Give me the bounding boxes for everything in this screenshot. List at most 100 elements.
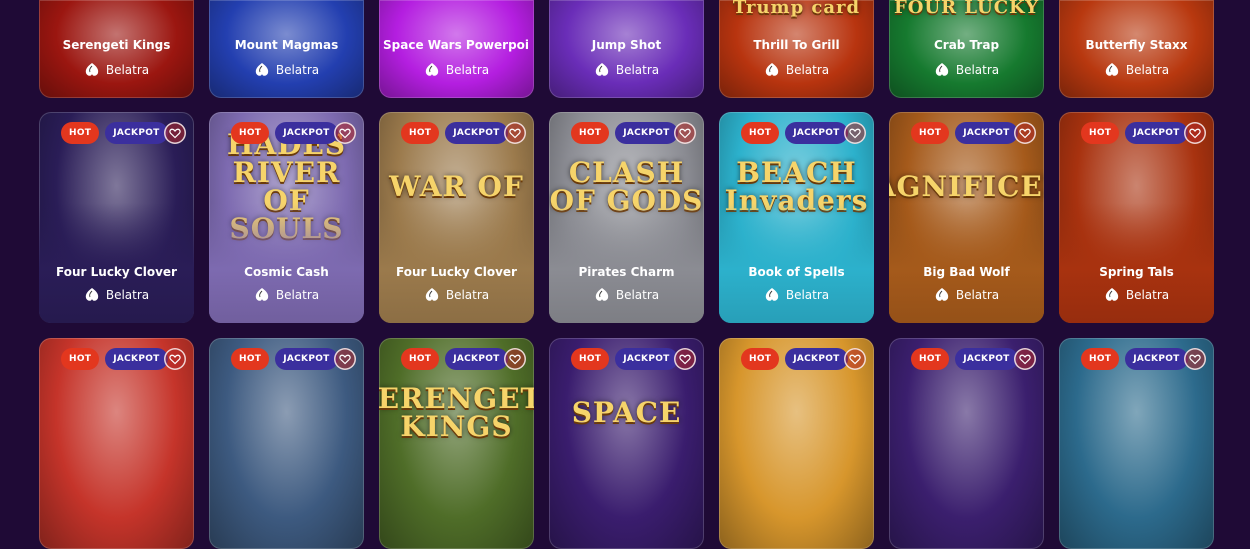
belatra-logo-icon (934, 62, 950, 78)
provider-row: Belatra (719, 287, 874, 303)
game-card[interactable]: HOT JACKPOT Four Lucky Clover Belatra (39, 112, 194, 323)
hot-badge: HOT (571, 122, 610, 144)
game-card[interactable]: MAGNIFICENT HOTJACKPOT Big Bad Wolf Belatra (889, 112, 1044, 323)
hot-badge: HOT (231, 348, 270, 370)
provider-name: Belatra (615, 288, 660, 302)
favorite-heart-icon[interactable] (1014, 122, 1036, 144)
game-title: Space Wars Powerpoints (383, 38, 530, 52)
game-artwork-title: MAGNIFICENT (889, 170, 1044, 203)
favorite-heart-icon[interactable] (504, 122, 526, 144)
game-title: Mount Magmas (234, 38, 339, 52)
badge-group: HOT JACKPOT (401, 348, 508, 370)
belatra-logo-icon (254, 287, 270, 303)
game-card[interactable]: CLASH OF GODS HOT JACKPOT Pirates Charm Bela… (549, 112, 704, 323)
game-card[interactable]: Serengeti Kings Belatra (39, 0, 194, 98)
game-title: Serengeti Kings (62, 38, 171, 52)
provider-name: Belatra (445, 63, 490, 77)
game-artwork (549, 0, 704, 30)
jackpot-badge: JACKPOT (105, 348, 168, 370)
game-artwork (209, 378, 364, 448)
card-footer-gradient (719, 203, 874, 323)
badge-group: HOT JACKPOT (741, 122, 848, 144)
game-artwork (889, 378, 1044, 448)
game-artwork: FOUR LUCKY (889, 0, 1044, 30)
game-card[interactable]: HOT JACKPOT (889, 338, 1044, 549)
game-title: Big Bad Wolf (923, 265, 1010, 279)
jackpot-badge: JACKPOT (1125, 122, 1188, 144)
badge-group: HOT JACKPOT (911, 348, 1018, 370)
game-card[interactable]: Butterfly Staxx Belatra (1059, 0, 1214, 98)
game-card[interactable]: Jump Shot Belatra (549, 0, 704, 98)
jackpot-badge: JACKPOT (445, 348, 508, 370)
game-artwork (39, 378, 194, 448)
badge-group: HOT JACKPOT (1081, 122, 1188, 144)
hot-badge: HOT (911, 348, 950, 370)
favorite-heart-icon[interactable] (164, 348, 186, 370)
game-artwork-title: SERENGETI KINGS (379, 382, 534, 443)
game-title: Spring Tals (1099, 265, 1174, 279)
game-card[interactable]: Space Wars Powerpoints Belatra (379, 0, 534, 98)
provider-name: Belatra (445, 288, 490, 302)
badge-group: HOT JACKPOT (1081, 348, 1188, 370)
game-card[interactable]: HOT JACKPOT (209, 338, 364, 549)
game-artwork: Trump card (719, 0, 874, 30)
game-title: Four Lucky Clover (396, 265, 517, 279)
jackpot-badge: JACKPOT (785, 348, 848, 370)
favorite-heart-icon[interactable] (334, 348, 356, 370)
provider-name: Belatra (275, 288, 320, 302)
game-card[interactable]: WAR OF HOT JACKPOT Four Lucky Clover Belatra (379, 112, 534, 323)
jackpot-badge: JACKPOT (275, 348, 338, 370)
provider-row: Belatra (379, 62, 534, 78)
game-card[interactable]: SPACE HOT JACKPOT (549, 338, 704, 549)
provider-row: Belatra (39, 62, 194, 78)
game-card[interactable]: HOT JACKPOT (39, 338, 194, 549)
card-footer-gradient (1059, 203, 1214, 323)
badge-group: HOT JACKPOT (741, 348, 848, 370)
game-card[interactable]: HOT JACKPOT Spring Tals Belatra (1059, 112, 1214, 323)
belatra-logo-icon (1104, 62, 1120, 78)
belatra-logo-icon (594, 62, 610, 78)
provider-row: Belatra (1059, 62, 1214, 78)
belatra-logo-icon (1104, 287, 1120, 303)
favorite-heart-icon[interactable] (164, 122, 186, 144)
card-footer-gradient (209, 203, 364, 323)
game-title: Pirates Charm (578, 265, 675, 279)
favorite-heart-icon[interactable] (674, 348, 696, 370)
belatra-logo-icon (934, 287, 950, 303)
game-artwork-title: WAR OF (389, 170, 524, 203)
badge-group: HOT JACKPOT (911, 122, 1018, 144)
favorite-heart-icon[interactable] (844, 348, 866, 370)
game-title: Butterfly Staxx (1085, 38, 1188, 52)
hot-badge: HOT (571, 348, 610, 370)
game-card[interactable]: FOUR LUCKY Crab Trap Belatra (889, 0, 1044, 98)
hot-badge: HOT (741, 122, 780, 144)
provider-name: Belatra (615, 63, 660, 77)
hot-badge: HOT (1081, 122, 1120, 144)
game-card[interactable]: HOT JACKPOT (719, 338, 874, 549)
favorite-heart-icon[interactable] (334, 122, 356, 144)
favorite-heart-icon[interactable] (1184, 122, 1206, 144)
game-artwork: SERENGETI KINGS (379, 378, 534, 448)
favorite-heart-icon[interactable] (844, 122, 866, 144)
provider-row: Belatra (549, 62, 704, 78)
card-footer-gradient (549, 203, 704, 323)
game-card[interactable]: SERENGETI KINGS HOTJACKPOT (379, 338, 534, 549)
game-grid: Serengeti Kings Belatra Mount Magmas Belatr… (0, 0, 1250, 549)
jackpot-badge: JACKPOT (615, 348, 678, 370)
favorite-heart-icon[interactable] (1014, 348, 1036, 370)
game-artwork (1059, 378, 1214, 448)
game-card[interactable]: HOT JACKPOT (1059, 338, 1214, 549)
game-card[interactable]: HADES RIVER OF SOULSHOTJACKPOTCosmic Cas… (209, 112, 364, 323)
belatra-logo-icon (424, 62, 440, 78)
game-title: Crab Trap (933, 38, 1000, 52)
game-card[interactable]: Trump card Thrill To Grill Belatra (719, 0, 874, 98)
game-artwork: SPACE (549, 378, 704, 448)
provider-name: Belatra (955, 288, 1000, 302)
card-footer-gradient (889, 203, 1044, 323)
belatra-logo-icon (424, 287, 440, 303)
favorite-heart-icon[interactable] (1184, 348, 1206, 370)
favorite-heart-icon[interactable] (504, 348, 526, 370)
game-card[interactable]: Mount Magmas Belatra (209, 0, 364, 98)
favorite-heart-icon[interactable] (674, 122, 696, 144)
game-card[interactable]: BEACH Invaders HOT JACKPOT Book of Spells Be… (719, 112, 874, 323)
